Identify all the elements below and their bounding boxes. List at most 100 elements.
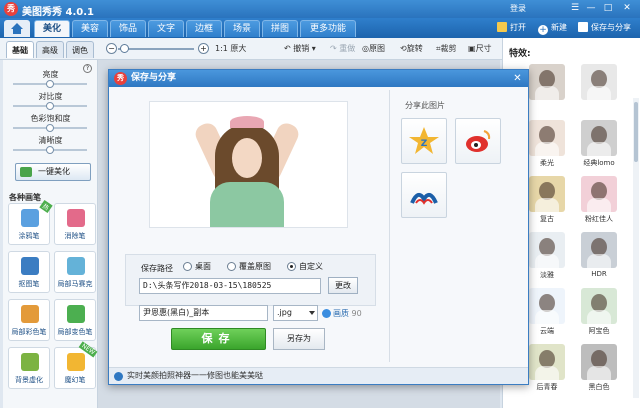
qzone-icon: Z bbox=[409, 127, 439, 154]
effect-thumbnail bbox=[581, 120, 617, 156]
effects-scrollbar[interactable] bbox=[633, 98, 639, 398]
subtab-color[interactable]: 调色 bbox=[66, 41, 94, 58]
saturation-thumb[interactable] bbox=[46, 124, 54, 132]
skin-menu-icon[interactable]: ☰ bbox=[568, 2, 582, 15]
tab-collage[interactable]: 拼图 bbox=[262, 20, 298, 37]
save-path-input[interactable]: D:\头条写作2018-03-15\180525 bbox=[139, 278, 321, 294]
effect-item[interactable]: 云端 bbox=[525, 288, 569, 338]
save-path-label: 保存路径 bbox=[141, 264, 173, 273]
rotate-label: 旋转 bbox=[406, 44, 423, 53]
minimize-button[interactable]: — bbox=[584, 2, 598, 15]
rotate-button[interactable]: ⟲旋转 bbox=[400, 43, 423, 55]
effect-label: 黑白色 bbox=[588, 383, 610, 391]
subtab-basic[interactable]: 基础 bbox=[6, 41, 34, 58]
app-logo-icon: 秀 bbox=[4, 2, 18, 16]
radio-custom[interactable]: 自定义 bbox=[287, 261, 323, 272]
original-image-button[interactable]: ◎原图 bbox=[362, 43, 385, 55]
zoom-slider[interactable] bbox=[118, 48, 194, 50]
original-image-label: 原图 bbox=[368, 44, 385, 53]
effect-label: 云端 bbox=[540, 327, 554, 335]
undo-button[interactable]: ↶ 撤销 ▾ bbox=[284, 43, 316, 55]
brush-icon bbox=[67, 257, 85, 275]
quality-control[interactable]: 画质 90 bbox=[322, 308, 362, 319]
maximize-button[interactable]: □ bbox=[601, 2, 615, 15]
radio-overwrite[interactable]: 覆盖原图 bbox=[227, 261, 271, 272]
redo-button[interactable]: ↷ 重做 bbox=[330, 43, 355, 55]
format-select[interactable]: .jpg bbox=[273, 305, 318, 321]
home-icon[interactable] bbox=[4, 20, 30, 37]
effect-item[interactable] bbox=[577, 64, 621, 114]
original-size-button[interactable]: 1:1 原大 bbox=[215, 43, 246, 55]
crop-button[interactable]: ⌗裁剪 bbox=[436, 43, 457, 55]
open-button[interactable]: 打开 bbox=[497, 22, 526, 34]
brush-item[interactable]: 消除笔 bbox=[54, 203, 96, 245]
resize-button[interactable]: ▣尺寸 bbox=[468, 43, 492, 55]
tab-more[interactable]: 更多功能 ▾ bbox=[300, 20, 356, 51]
preview-figure-cap bbox=[230, 116, 264, 128]
contrast-thumb[interactable] bbox=[46, 102, 54, 110]
brush-item[interactable]: 抠图笔 bbox=[8, 251, 50, 293]
effect-item[interactable]: 黑白色 bbox=[577, 344, 621, 394]
tab-text[interactable]: 文字 bbox=[148, 20, 184, 37]
speaker-icon bbox=[114, 372, 123, 381]
weibo-share-button[interactable] bbox=[455, 118, 501, 164]
close-button[interactable]: ✕ bbox=[620, 2, 634, 15]
login-link[interactable]: 登录 bbox=[510, 3, 526, 14]
brush-item[interactable]: 局部彩色笔 bbox=[8, 299, 50, 341]
radio-desktop[interactable]: 桌面 bbox=[183, 261, 211, 272]
radio-overwrite-label: 覆盖原图 bbox=[239, 262, 271, 271]
brush-item[interactable]: 魔幻笔 NEW bbox=[54, 341, 98, 389]
brush-label: 局部彩色笔 bbox=[11, 328, 47, 336]
effect-item[interactable]: 淡雅 bbox=[525, 232, 569, 282]
save-share-dialog: 秀 保存与分享 ✕ 分享此图片 Z 保存路径 桌面 覆盖原图 自定义 D:\头条… bbox=[108, 69, 529, 385]
effect-item[interactable]: HDR bbox=[577, 232, 621, 282]
tab-scenes[interactable]: 场景 bbox=[224, 20, 260, 37]
effect-thumbnail bbox=[529, 120, 565, 156]
tab-beauty[interactable]: 美容 bbox=[72, 20, 108, 37]
effect-label: 粉红佳人 bbox=[585, 215, 613, 223]
save-share-button[interactable]: 保存与分享 bbox=[578, 22, 631, 34]
tab-frames[interactable]: 边框 bbox=[186, 20, 222, 37]
folder-icon bbox=[497, 22, 507, 32]
effect-item[interactable]: 阿宝色 bbox=[577, 288, 621, 338]
renren-share-button[interactable] bbox=[401, 172, 447, 218]
effect-item[interactable] bbox=[525, 64, 569, 114]
image-preview bbox=[149, 101, 348, 228]
dialog-status-bar: 实时美颜拍照神器一一修图也能美美哒 bbox=[109, 367, 528, 384]
tab-accessories[interactable]: 饰品 bbox=[110, 20, 146, 37]
new-button[interactable]: + 新建 bbox=[538, 22, 567, 35]
effect-item[interactable]: 柔光 bbox=[525, 120, 569, 170]
brightness-thumb[interactable] bbox=[46, 80, 54, 88]
dialog-divider bbox=[389, 90, 390, 362]
brush-label: 涂鸦笔 bbox=[18, 232, 40, 240]
zoom-in-icon[interactable]: + bbox=[198, 43, 209, 54]
zoom-slider-thumb[interactable] bbox=[120, 44, 129, 53]
dialog-close-icon[interactable]: ✕ bbox=[511, 72, 524, 85]
effect-item[interactable]: 经典lomo bbox=[577, 120, 621, 170]
zoom-out-icon[interactable]: − bbox=[106, 43, 117, 54]
save-button[interactable]: 保存 bbox=[171, 328, 266, 350]
qzone-share-button[interactable]: Z bbox=[401, 118, 447, 164]
redo-label: 重做 bbox=[339, 44, 356, 53]
effect-thumbnail bbox=[581, 64, 617, 100]
change-path-button[interactable]: 更改 bbox=[328, 277, 358, 294]
effect-item[interactable]: 后青春 bbox=[525, 344, 569, 394]
brush-item[interactable]: 局部马赛克 bbox=[54, 251, 96, 293]
filename-input[interactable]: 尹恩惠(黑白)_副本 bbox=[139, 305, 268, 321]
brush-item[interactable]: 局部变色笔 bbox=[54, 299, 96, 341]
share-title: 分享此图片 bbox=[405, 101, 445, 110]
tab-beautify[interactable]: 美化 bbox=[34, 20, 70, 37]
save-as-button[interactable]: 另存为 bbox=[273, 328, 325, 350]
brush-icon bbox=[67, 305, 85, 323]
one-click-beautify-button[interactable]: 一键美化 bbox=[15, 163, 91, 181]
effect-label: 复古 bbox=[540, 215, 554, 223]
brush-label: 局部变色笔 bbox=[57, 328, 93, 336]
brush-item[interactable]: 涂鸦笔 热 bbox=[8, 199, 53, 245]
sharpness-thumb[interactable] bbox=[46, 146, 54, 154]
effect-item[interactable]: 复古 bbox=[525, 176, 569, 226]
dialog-title-bar: 秀 保存与分享 ✕ bbox=[109, 70, 528, 87]
subtab-advanced[interactable]: 高级 bbox=[36, 41, 64, 58]
effect-item[interactable]: 粉红佳人 bbox=[577, 176, 621, 226]
save-icon bbox=[578, 22, 588, 32]
brush-item[interactable]: 背景虚化 bbox=[8, 347, 50, 389]
